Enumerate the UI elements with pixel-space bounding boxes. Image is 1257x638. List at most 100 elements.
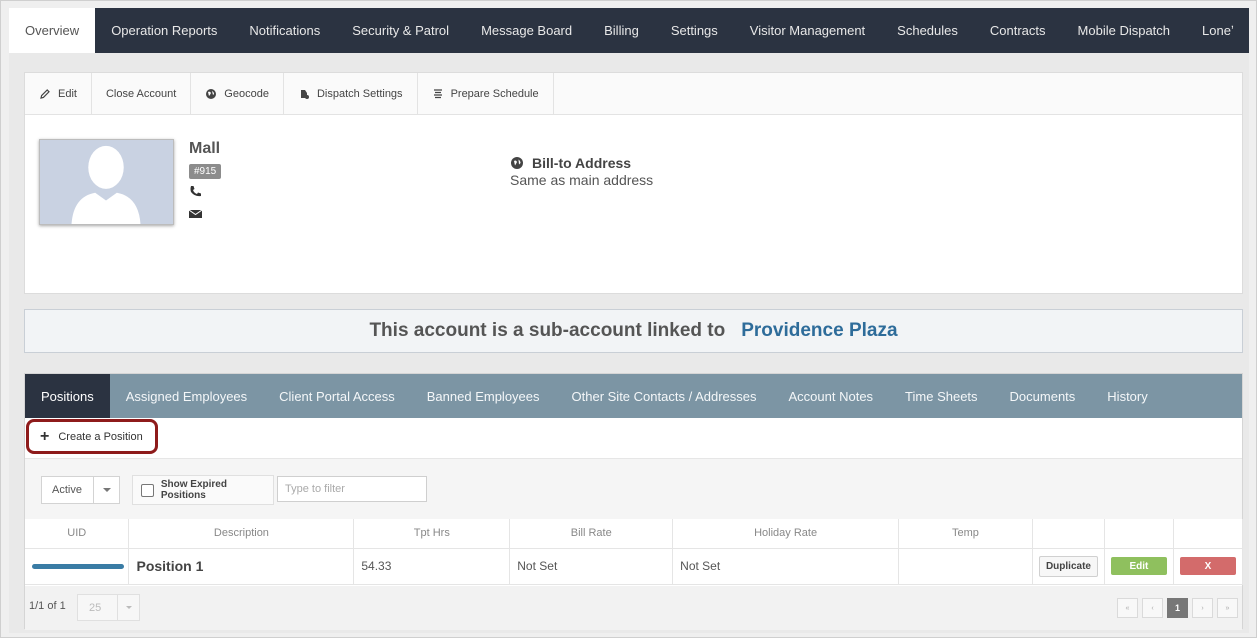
pagination-buttons: « ‹ 1 › »: [1117, 598, 1238, 618]
nav-tab-visitor-management[interactable]: Visitor Management: [734, 8, 881, 53]
account-card: Edit Close Account Geocode Dispatch Sett…: [24, 72, 1243, 294]
nav-tab-security-patrol[interactable]: Security & Patrol: [336, 8, 465, 53]
edit-label: Edit: [58, 87, 77, 100]
filter-input[interactable]: [277, 476, 427, 502]
uid-color-bar: [32, 563, 124, 569]
subtab-time-sheets[interactable]: Time Sheets: [889, 374, 994, 418]
subtab-client-portal-access[interactable]: Client Portal Access: [263, 374, 411, 418]
first-page-button[interactable]: «: [1117, 598, 1138, 618]
chevron-down-icon: [117, 595, 139, 620]
chevron-down-icon: [93, 477, 119, 503]
page-size-value: 25: [89, 601, 102, 614]
previous-page-button[interactable]: ‹: [1142, 598, 1163, 618]
column-header-delete: [1173, 519, 1244, 549]
prepare-schedule-button[interactable]: Prepare Schedule: [417, 73, 554, 114]
close-account-label: Close Account: [105, 87, 177, 100]
nav-tab-notifications[interactable]: Notifications: [233, 8, 336, 53]
table-row[interactable]: Position 1 54.33 Not Set Not Set Duplica…: [25, 548, 1244, 585]
column-header-uid[interactable]: UID: [25, 519, 130, 549]
edit-cell: Edit: [1104, 548, 1174, 585]
show-expired-toggle: Show Expired Positions: [132, 475, 274, 505]
pencil-icon: [40, 88, 50, 99]
sub-account-banner: This account is a sub-account linked to …: [24, 309, 1243, 353]
subtab-other-site-contacts[interactable]: Other Site Contacts / Addresses: [556, 374, 773, 418]
parent-account-link[interactable]: Providence Plaza: [741, 320, 897, 342]
bill-rate-cell: Not Set: [509, 548, 674, 585]
column-header-bill-rate[interactable]: Bill Rate: [509, 519, 674, 549]
last-page-button[interactable]: »: [1217, 598, 1238, 618]
status-select[interactable]: Active: [41, 476, 120, 504]
list-icon: [433, 88, 442, 98]
uid-cell: [25, 548, 130, 585]
edit-button[interactable]: Edit: [25, 73, 92, 114]
nav-tab-mobile-dispatch[interactable]: Mobile Dispatch: [1062, 8, 1187, 53]
column-header-edit: [1104, 519, 1174, 549]
current-page-button[interactable]: 1: [1167, 598, 1188, 618]
subtab-positions[interactable]: Positions: [25, 374, 110, 418]
sub-account-text: This account is a sub-account linked to: [369, 320, 726, 341]
account-toolbar: Edit Close Account Geocode Dispatch Sett…: [25, 73, 1242, 115]
plus-icon: +: [40, 427, 50, 445]
nav-tab-schedules[interactable]: Schedules: [881, 8, 974, 53]
geocode-label: Geocode: [224, 87, 269, 100]
bill-to-title: Bill-to Address: [532, 155, 632, 171]
prepare-schedule-label: Prepare Schedule: [450, 87, 539, 100]
nav-tab-contracts[interactable]: Contracts: [974, 8, 1062, 53]
holiday-rate-cell: Not Set: [672, 548, 900, 585]
globe-icon: [511, 157, 523, 169]
bill-to-value: Same as main address: [510, 172, 654, 188]
column-header-duplicate: [1032, 519, 1105, 549]
top-navigation: Overview Operation Reports Notifications…: [9, 8, 1249, 53]
nav-tab-overview[interactable]: Overview: [9, 8, 96, 53]
subtab-history[interactable]: History: [1091, 374, 1163, 418]
position-name[interactable]: Position 1: [136, 558, 203, 574]
nav-tab-operation-reports[interactable]: Operation Reports: [95, 8, 233, 53]
account-name: Mall: [189, 140, 221, 157]
page-info: 1/1 of 1: [29, 600, 66, 612]
duplicate-button[interactable]: Duplicate: [1038, 555, 1098, 577]
create-position-label: Create a Position: [58, 430, 143, 443]
delete-cell: X: [1173, 548, 1244, 585]
column-header-holiday-rate[interactable]: Holiday Rate: [672, 519, 900, 549]
duplicate-cell: Duplicate: [1032, 548, 1105, 585]
filter-bar: Active Show Expired Positions: [25, 459, 1242, 519]
dispatch-settings-button[interactable]: Dispatch Settings: [283, 73, 418, 114]
person-silhouette-icon: [71, 145, 141, 224]
temp-cell: [898, 548, 1033, 585]
create-position-button[interactable]: + Create a Position: [26, 419, 158, 454]
dispatch-settings-label: Dispatch Settings: [316, 87, 403, 100]
tpt-hrs-cell: 54.33: [353, 548, 511, 585]
positions-table: UID Description Tpt Hrs Bill Rate Holida…: [25, 519, 1244, 585]
column-header-temp[interactable]: Temp: [898, 519, 1033, 549]
bill-to-heading: Bill-to Address: [510, 155, 631, 171]
column-header-description[interactable]: Description: [128, 519, 355, 549]
nav-tab-message-board[interactable]: Message Board: [465, 8, 588, 53]
nav-tab-settings[interactable]: Settings: [655, 8, 734, 53]
account-id-badge: #915: [189, 164, 222, 179]
description-cell: Position 1: [128, 548, 355, 585]
nav-tab-billing[interactable]: Billing: [588, 8, 655, 53]
pagination-bar: 1/1 of 1 25 « ‹ 1 › »: [25, 586, 1242, 630]
mail-icon: [189, 209, 202, 218]
globe-icon: [206, 88, 217, 99]
avatar: [39, 139, 174, 225]
subtab-banned-employees[interactable]: Banned Employees: [411, 374, 556, 418]
delete-position-button[interactable]: X: [1179, 557, 1236, 575]
geocode-button[interactable]: Geocode: [191, 73, 284, 114]
edit-position-button[interactable]: Edit: [1110, 557, 1167, 575]
status-select-value: Active: [52, 484, 82, 496]
positions-card: Positions Assigned Employees Client Port…: [24, 373, 1244, 630]
subtab-assigned-employees[interactable]: Assigned Employees: [110, 374, 263, 418]
subtab-account-notes[interactable]: Account Notes: [773, 374, 890, 418]
column-header-tpt-hrs[interactable]: Tpt Hrs: [353, 519, 511, 549]
table-header-row: UID Description Tpt Hrs Bill Rate Holida…: [25, 519, 1244, 549]
nav-tab-lone-worker[interactable]: Loneʼ: [1186, 8, 1249, 53]
phone-icon: [190, 186, 201, 197]
show-expired-checkbox[interactable]: [141, 483, 154, 497]
page-size-select[interactable]: 25: [77, 594, 140, 621]
subtab-documents[interactable]: Documents: [994, 374, 1092, 418]
account-subtabs: Positions Assigned Employees Client Port…: [25, 374, 1242, 418]
close-account-button[interactable]: Close Account: [91, 73, 192, 114]
next-page-button[interactable]: ›: [1192, 598, 1213, 618]
create-row: + Create a Position: [25, 418, 1242, 459]
